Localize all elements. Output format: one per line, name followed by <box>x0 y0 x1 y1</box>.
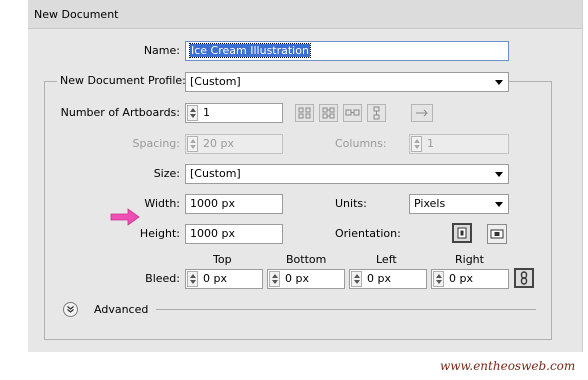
profile-dropdown[interactable]: [Custom] <box>185 72 509 92</box>
columns-input[interactable]: 1 <box>409 134 509 154</box>
double-chevron-down-icon <box>67 306 74 313</box>
height-label: Height: <box>139 227 180 240</box>
bleed-label: Bleed: <box>145 272 180 285</box>
link-bleed-button[interactable] <box>514 268 534 288</box>
size-value: [Custom] <box>190 167 241 180</box>
artboards-input[interactable]: 1 <box>185 103 283 123</box>
grid-by-column-icon[interactable] <box>319 104 338 122</box>
grid-by-row-icon[interactable] <box>295 104 314 122</box>
orientation-label: Orientation: <box>335 227 401 240</box>
bleed-bottom-input[interactable]: 0 px <box>267 269 345 289</box>
chain-link-icon <box>520 271 528 285</box>
dialog-title: New Document <box>34 8 119 21</box>
bleed-left-header: Left <box>376 253 397 266</box>
size-label: Size: <box>153 167 180 180</box>
units-value: Pixels <box>414 197 446 210</box>
chevron-down-icon <box>495 80 503 85</box>
bleed-left-input[interactable]: 0 px <box>349 269 427 289</box>
arrange-by-row-icon[interactable] <box>343 104 362 122</box>
bleed-right-input[interactable]: 0 px <box>431 269 509 289</box>
stepper-icon[interactable] <box>411 136 422 152</box>
portrait-orientation-button[interactable] <box>452 223 472 243</box>
advanced-divider <box>156 309 536 310</box>
artboards-label: Number of Artboards: <box>60 106 180 119</box>
spacing-label: Spacing: <box>132 137 180 150</box>
advanced-toggle-button[interactable] <box>63 302 78 317</box>
bleed-bottom-header: Bottom <box>286 253 327 266</box>
stepper-icon[interactable] <box>351 271 362 287</box>
name-value: Ice Cream Illustration <box>189 43 311 58</box>
width-input[interactable]: 1000 px <box>185 194 283 214</box>
columns-value: 1 <box>427 137 434 150</box>
landscape-icon <box>490 229 504 239</box>
units-dropdown[interactable]: Pixels <box>409 194 509 214</box>
stepper-icon[interactable] <box>433 271 444 287</box>
width-label: Width: <box>144 197 180 210</box>
bleed-top-header: Top <box>213 253 232 266</box>
bleed-right-header: Right <box>455 253 484 266</box>
height-input[interactable]: 1000 px <box>185 224 283 244</box>
name-label: Name: <box>143 44 180 57</box>
bleed-bottom-value: 0 px <box>285 272 309 285</box>
size-dropdown[interactable]: [Custom] <box>185 164 509 184</box>
spacing-input[interactable]: 20 px <box>185 134 283 154</box>
layout-direction-icon[interactable] <box>411 104 433 122</box>
profile-label: New Document Profile: <box>57 74 189 87</box>
watermark: www.entheosweb.com <box>440 359 576 373</box>
units-label: Units: <box>335 197 367 210</box>
bleed-top-input[interactable]: 0 px <box>185 269 263 289</box>
height-value: 1000 px <box>190 227 235 240</box>
width-value: 1000 px <box>190 197 235 210</box>
stepper-icon[interactable] <box>187 271 198 287</box>
spacing-value: 20 px <box>203 137 234 150</box>
profile-value: [Custom] <box>190 75 241 88</box>
portrait-icon <box>457 227 467 239</box>
stepper-icon[interactable] <box>269 271 280 287</box>
arrange-by-column-icon[interactable] <box>367 104 386 122</box>
chevron-down-icon <box>495 172 503 177</box>
advanced-label: Advanced <box>94 303 149 316</box>
name-input[interactable]: Ice Cream Illustration <box>185 41 509 61</box>
stepper-icon[interactable] <box>187 136 198 152</box>
bleed-top-value: 0 px <box>203 272 227 285</box>
chevron-down-icon <box>495 202 503 207</box>
columns-label: Columns: <box>335 137 387 150</box>
stepper-icon[interactable] <box>187 105 198 121</box>
landscape-orientation-button[interactable] <box>487 224 507 244</box>
pointer-arrow-icon <box>110 208 140 226</box>
bleed-left-value: 0 px <box>367 272 391 285</box>
artboards-value: 1 <box>203 106 210 119</box>
bleed-right-value: 0 px <box>449 272 473 285</box>
